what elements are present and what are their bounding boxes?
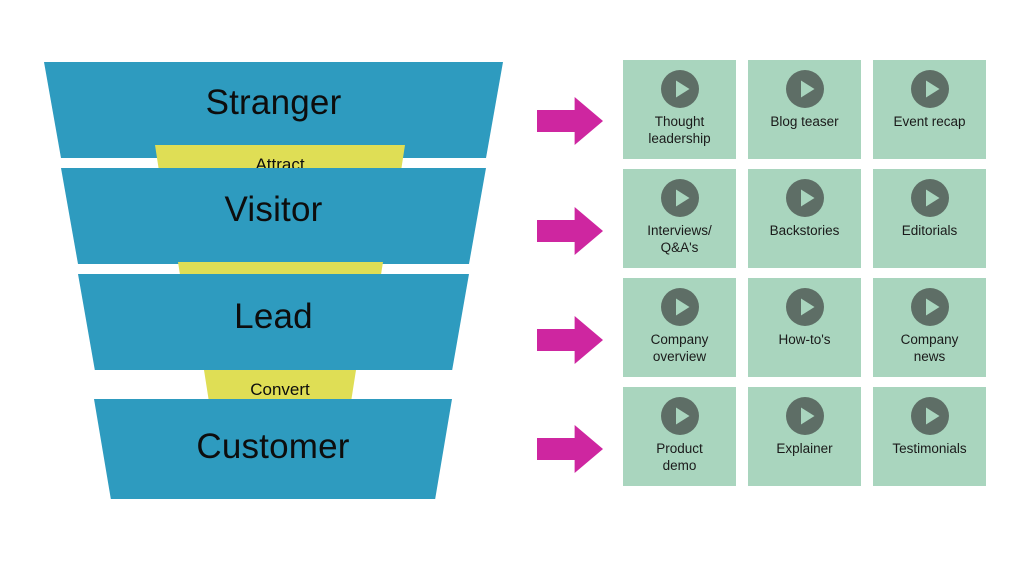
right-arrow-icon-row-3 xyxy=(537,316,603,364)
content-card[interactable]: Backstories xyxy=(748,169,861,268)
play-icon xyxy=(785,288,824,326)
content-card-label: Thought leadership xyxy=(648,114,711,146)
content-card[interactable]: Editorials xyxy=(873,169,986,268)
right-arrow-icon-row-4 xyxy=(537,425,603,473)
play-icon xyxy=(910,179,949,217)
play-icon xyxy=(910,70,949,108)
funnel-stage-label: Customer xyxy=(196,426,350,466)
play-icon xyxy=(785,397,824,435)
funnel-stage-lead[interactable]: Lead xyxy=(78,274,469,370)
funnel-stage-label: Stranger xyxy=(205,82,342,122)
content-card-label: Blog teaser xyxy=(770,114,839,129)
right-arrow-icon-row-2 xyxy=(537,207,603,255)
content-card[interactable]: Testimonials xyxy=(873,387,986,486)
play-icon xyxy=(910,288,949,326)
content-card-label: Event recap xyxy=(893,114,966,129)
content-card[interactable]: How-to's xyxy=(748,278,861,377)
play-icon xyxy=(660,70,699,108)
content-type-grid: Thought leadership Blog teaser Event recap… xyxy=(623,60,995,486)
funnel-stage-customer[interactable]: Customer xyxy=(94,399,452,499)
content-card[interactable]: Company news xyxy=(873,278,986,377)
funnel-stage-visitor[interactable]: Visitor xyxy=(61,168,486,264)
content-card[interactable]: Explainer xyxy=(748,387,861,486)
content-card-label: Company news xyxy=(900,332,959,364)
content-card-label: Company overview xyxy=(650,332,709,364)
content-card[interactable]: Event recap xyxy=(873,60,986,159)
play-icon xyxy=(660,179,699,217)
right-arrow-icon-row-1 xyxy=(537,97,603,145)
funnel-band-label: Convert xyxy=(250,380,310,399)
content-card-label: How-to's xyxy=(778,332,831,347)
content-card[interactable]: Interviews/ Q&A's xyxy=(623,169,736,268)
content-card[interactable]: Blog teaser xyxy=(748,60,861,159)
content-card-label: Product demo xyxy=(656,441,703,473)
funnel-stage-stranger[interactable]: Stranger xyxy=(44,62,503,158)
marketing-funnel: Stranger Attract Visitor Interest Lead C… xyxy=(0,0,530,575)
content-card-label: Editorials xyxy=(901,223,958,238)
content-card[interactable]: Company overview xyxy=(623,278,736,377)
play-icon xyxy=(660,397,699,435)
content-card-label: Interviews/ Q&A's xyxy=(647,223,712,255)
funnel-stage-label: Lead xyxy=(234,296,313,336)
play-icon xyxy=(660,288,699,326)
funnel-stage-label: Visitor xyxy=(224,189,323,229)
content-card[interactable]: Product demo xyxy=(623,387,736,486)
play-icon xyxy=(785,70,824,108)
content-card[interactable]: Thought leadership xyxy=(623,60,736,159)
content-card-label: Explainer xyxy=(776,441,833,456)
play-icon xyxy=(785,179,824,217)
content-card-label: Testimonials xyxy=(892,441,967,456)
content-card-label: Backstories xyxy=(769,223,840,238)
play-icon xyxy=(910,397,949,435)
diagram-canvas: Stranger Attract Visitor Interest Lead C… xyxy=(0,0,1020,575)
